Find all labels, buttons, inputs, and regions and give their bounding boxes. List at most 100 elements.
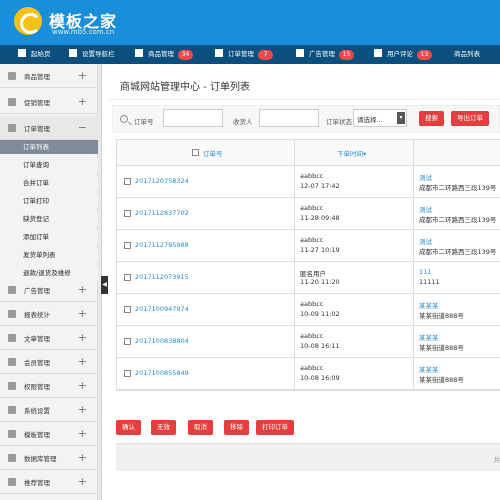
sidebar-item-order-query[interactable]: 订单查询 (0, 158, 98, 172)
expand-icon[interactable]: + (78, 331, 87, 344)
order-time-cell: aabbcc 11-28 09:48 (294, 198, 413, 229)
remove-button[interactable]: 移除 (224, 420, 249, 435)
row-checkbox[interactable] (124, 210, 131, 217)
sidebar-item-merge-orders[interactable]: 合并订单 (0, 176, 98, 190)
order-status-value: 请选择... (357, 116, 383, 124)
sidebar-menu-reports[interactable]: 报表统计 + (0, 302, 98, 326)
tag-icon (8, 98, 16, 106)
star-icon (8, 478, 16, 486)
search-button[interactable]: 搜索 (419, 111, 444, 126)
expand-icon[interactable]: + (78, 427, 87, 440)
sidebar-item-add-order[interactable]: 添加订单 (0, 230, 98, 244)
sidebar-item-stockout[interactable]: 缺货登记 (0, 212, 98, 226)
nav-orders[interactable]: 订单管理 7 (215, 45, 273, 64)
order-time-header-label: 下单时间▾ (337, 150, 367, 158)
receiver-name-link[interactable]: 111 (419, 268, 431, 276)
order-id-link[interactable]: 2017100947974 (135, 305, 189, 313)
sidebar-menu-system[interactable]: 系统设置 + (0, 398, 98, 422)
sidebar-menu-orders[interactable]: 订单管理 − (0, 116, 98, 140)
receiver-name-link[interactable]: 测试 (419, 236, 432, 246)
receiver-input[interactable] (259, 109, 319, 127)
receiver-header[interactable] (413, 140, 500, 165)
row-checkbox[interactable] (124, 306, 131, 313)
collapse-icon[interactable]: − (78, 121, 87, 134)
nav-products[interactable]: 商品管理 34 (135, 45, 193, 64)
app-subtitle: www.mb5.com.cn (52, 28, 115, 36)
select-all-checkbox[interactable] (192, 149, 199, 156)
export-orders-button[interactable]: 导出订单 (451, 111, 489, 126)
order-id-cell: 2017120758324 (117, 166, 294, 197)
sidebar-menu-promotions[interactable]: 促销管理 + (0, 90, 98, 114)
chevron-down-icon: ▾ (397, 112, 405, 124)
order-id-link[interactable]: 2017112837702 (135, 209, 189, 217)
receiver-cell: 测试成都市二环路西三段139号 (413, 166, 500, 197)
row-checkbox[interactable] (124, 370, 131, 377)
breadcrumb: 商城网站管理中心 - 订单列表 (120, 82, 250, 93)
orders-badge: 7 (258, 50, 273, 60)
cancel-button[interactable]: 取消 (188, 420, 213, 435)
layout-icon (69, 49, 77, 57)
order-id-link[interactable]: 2017100855849 (135, 369, 189, 377)
order-id-link[interactable]: 2017112073915 (135, 273, 189, 281)
row-checkbox[interactable] (124, 338, 131, 345)
sidebar-menu-articles[interactable]: 文章管理 + (0, 326, 98, 350)
confirm-button[interactable]: 确认 (116, 420, 141, 435)
order-time-header[interactable]: 下单时间▾ (294, 140, 413, 165)
invalid-button[interactable]: 无效 (151, 420, 176, 435)
receiver-name-link[interactable]: 某某某 (419, 332, 439, 342)
sidebar-menu-members[interactable]: 会员管理 + (0, 350, 98, 374)
sidebar-item-order-list[interactable]: 订单列表 (0, 140, 98, 154)
nav-product-list[interactable]: 商品列表 (454, 45, 480, 64)
users-icon (8, 358, 16, 366)
nav-settings-label: 设置导航栏 (82, 50, 115, 58)
template-icon (8, 430, 16, 438)
order-number-input[interactable] (163, 109, 223, 127)
receiver-cell: 111 11111 (413, 262, 500, 293)
sidebar-menu-database[interactable]: 数据库管理 + (0, 446, 98, 470)
sidebar-menu-ads[interactable]: 广告管理 + (0, 278, 98, 302)
sidebar-menu-permissions[interactable]: 权限管理 + (0, 374, 98, 398)
sidebar-item-delivery-list[interactable]: 发货单列表 (0, 248, 98, 262)
sidebar-menu-label: 模板管理 (24, 431, 50, 439)
logo[interactable]: 模板之家 www.mb5.com.cn (14, 7, 134, 37)
order-id-link[interactable]: 2017112795988 (135, 241, 189, 249)
nav-settings-bar[interactable]: 设置导航栏 (69, 45, 115, 64)
order-id-header[interactable]: 订单号 (117, 140, 294, 165)
order-user: aabbcc (300, 236, 324, 244)
main-content: 商城网站管理中心 - 订单列表 订单号 收货人 订单状态 请选择... ▾ 搜索… (108, 64, 500, 500)
row-checkbox[interactable] (124, 178, 131, 185)
sidebar-menu-recommend[interactable]: 推荐管理 + (0, 470, 98, 494)
expand-icon[interactable]: + (78, 307, 87, 320)
row-checkbox[interactable] (124, 242, 131, 249)
order-id-link[interactable]: 2017100838804 (135, 337, 189, 345)
lock-icon (8, 382, 16, 390)
print-orders-button[interactable]: 打印订单 (256, 420, 294, 435)
expand-icon[interactable]: + (78, 379, 87, 392)
expand-icon[interactable]: + (78, 283, 87, 296)
order-status-select[interactable]: 请选择... ▾ (353, 109, 407, 127)
receiver-name-link[interactable]: 某某某 (419, 364, 439, 374)
receiver-name-link[interactable]: 测试 (419, 204, 432, 214)
receiver-address: 成都市二环路西三段139号 (419, 184, 497, 192)
receiver-name-link[interactable]: 测试 (419, 172, 432, 182)
sidebar-item-print-orders[interactable]: 订单打印 (0, 194, 98, 208)
expand-icon[interactable]: + (78, 451, 87, 464)
row-checkbox[interactable] (124, 274, 131, 281)
nav-ads[interactable]: 广告管理 15 (296, 45, 354, 64)
expand-icon[interactable]: + (78, 355, 87, 368)
order-time-cell: aabbcc 10-08 16:11 (294, 326, 413, 357)
expand-icon[interactable]: + (78, 403, 87, 416)
collapse-sidebar-handle[interactable]: ◀ (101, 276, 108, 294)
batch-actions: 确认 无效 取消 移除 打印订单 (116, 420, 500, 438)
expand-icon[interactable]: + (78, 69, 87, 82)
nav-comments[interactable]: 用户评论 13 (374, 45, 432, 64)
sidebar-menu-products[interactable]: 商品管理 + (0, 64, 98, 88)
sidebar-menu-label: 数据库管理 (24, 455, 57, 463)
nav-home[interactable]: 起始页 (18, 45, 51, 64)
order-id-cell: 2017112837702 (117, 198, 294, 229)
order-id-link[interactable]: 2017120758324 (135, 177, 189, 185)
expand-icon[interactable]: + (78, 475, 87, 488)
receiver-name-link[interactable]: 某某某 (419, 300, 439, 310)
expand-icon[interactable]: + (78, 95, 87, 108)
sidebar-menu-templates[interactable]: 模板管理 + (0, 422, 98, 446)
